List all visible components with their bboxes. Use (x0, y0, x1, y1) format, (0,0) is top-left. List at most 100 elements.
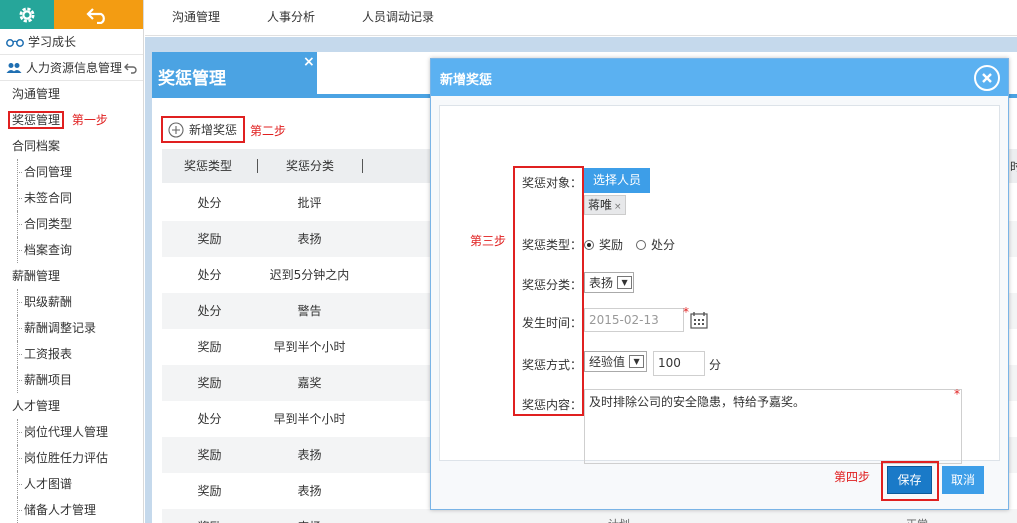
dialog-close-button[interactable] (974, 65, 1000, 91)
sidebar-module-hr[interactable]: 人力资源信息管理 (0, 55, 143, 81)
sidebar-item-label: 薪酬调整记录 (24, 321, 97, 335)
sidebar-item-label: 工资报表 (24, 347, 73, 361)
sidebar-item-payroll[interactable]: 工资报表 (0, 341, 143, 367)
settings-button[interactable] (0, 0, 54, 29)
label-type: 奖惩类型： (522, 238, 583, 252)
cut-off-cell: 正常 (906, 516, 928, 523)
points-input[interactable]: 100 (653, 351, 705, 376)
sidebar-item-label: 储备人才管理 (24, 503, 97, 517)
top-tab-bar: 沟通管理 人事分析 人员调动记录 (145, 0, 1017, 36)
cell-category: 表扬 (257, 509, 362, 523)
plus-circle-icon (168, 121, 184, 138)
sidebar-item-contracts[interactable]: 合同档案 (0, 133, 143, 159)
sidebar-item-agent-mgmt[interactable]: 岗位代理人管理 (0, 419, 143, 445)
dialog-header: 新增奖惩 (431, 59, 1008, 96)
radio-punish[interactable]: 处分 (636, 236, 675, 253)
panel-close-button[interactable]: × (303, 54, 315, 70)
radio-reward[interactable]: 奖励 (584, 236, 623, 253)
sidebar-item-contract-types[interactable]: 合同类型 (0, 211, 143, 237)
sidebar-item-label: 未签合同 (24, 191, 73, 205)
cell-category: 表扬 (297, 232, 322, 246)
tab-transfer-records[interactable]: 人员调动记录 (342, 0, 454, 36)
method-select-value: 经验值 (589, 355, 626, 369)
content-textarea[interactable]: 及时排除公司的安全隐患，特给予嘉奖。 (584, 389, 962, 464)
sidebar-item-archive-query[interactable]: 档案查询 (0, 237, 143, 263)
label-time: 发生时间： (522, 316, 583, 330)
close-icon (982, 73, 992, 83)
sidebar-item-reserve[interactable]: 储备人才管理 (0, 497, 143, 523)
sidebar-module-learning[interactable]: 学习成长 (0, 29, 143, 55)
back-button[interactable] (53, 0, 143, 29)
collapse-arrow-icon[interactable] (124, 62, 138, 74)
sidebar-item-unsigned[interactable]: 未签合同 (0, 185, 143, 211)
step4-annotation: 第四步 (834, 470, 871, 484)
dropdown-arrow-icon: ▼ (617, 276, 633, 289)
category-select-value: 表扬 (589, 276, 614, 290)
dropdown-arrow-icon: ▼ (629, 355, 645, 368)
radio-label: 奖励 (599, 238, 624, 252)
person-tag-label: 蒋唯 (588, 198, 613, 212)
category-select[interactable]: 表扬 ▼ (584, 272, 634, 293)
add-reward-dialog: 新增奖惩 第三步 奖惩对象： 奖惩类型： 奖惩分类： 发生时间： 奖惩方式： 奖… (430, 58, 1009, 510)
sidebar-item-rank-salary[interactable]: 职级薪酬 (0, 289, 143, 315)
table-row[interactable]: 奖励表扬 (162, 509, 1017, 523)
sidebar-item-label: 人才管理 (12, 399, 61, 413)
cell-category: 表扬 (297, 448, 322, 462)
users-icon (6, 62, 22, 73)
sidebar: 学习成长 人力资源信息管理 沟通管理 奖惩管理 第一步 合同档案 合同管理 未签… (0, 0, 144, 523)
calendar-icon[interactable] (690, 311, 708, 329)
sidebar-toolbar (0, 0, 143, 29)
tab-communication[interactable]: 沟通管理 (152, 0, 240, 36)
column-header-category[interactable]: 奖惩分类 (286, 149, 334, 183)
step3-annotation: 第三步 (470, 234, 507, 248)
cut-off-column-header: 时 (1010, 160, 1017, 174)
sidebar-item-competency[interactable]: 岗位胜任力评估 (0, 445, 143, 471)
gear-icon (19, 7, 35, 22)
sidebar-item-salary-items[interactable]: 薪酬项目 (0, 367, 143, 393)
cell-type: 奖励 (197, 340, 222, 354)
cell-category: 迟到5分钟之内 (269, 268, 350, 282)
select-person-button[interactable]: 选择人员 (584, 168, 650, 193)
remove-tag-icon[interactable]: × (614, 202, 622, 212)
undo-arrow-icon (86, 7, 106, 24)
sidebar-item-talent[interactable]: 人才管理 (0, 393, 143, 419)
sidebar-item-label: 岗位胜任力评估 (24, 451, 109, 465)
sidebar-item-communication[interactable]: 沟通管理 (0, 81, 143, 107)
tab-hr-analysis[interactable]: 人事分析 (247, 0, 335, 36)
label-target: 奖惩对象： (522, 176, 583, 190)
cell-category: 早到半个小时 (273, 340, 346, 354)
sidebar-item-salary-adjust[interactable]: 薪酬调整记录 (0, 315, 143, 341)
sidebar-module-label: 人力资源信息管理 (26, 61, 123, 75)
sidebar-item-label: 奖惩管理 (8, 111, 65, 129)
cell-category: 嘉奖 (297, 376, 322, 390)
save-button[interactable]: 保存 (887, 466, 932, 494)
add-reward-label: 新增奖惩 (189, 123, 238, 137)
column-header-type[interactable]: 奖惩类型 (184, 149, 232, 183)
cell-type: 处分 (197, 268, 222, 282)
sidebar-item-talent-map[interactable]: 人才图谱 (0, 471, 143, 497)
sidebar-item-contract-mgmt[interactable]: 合同管理 (0, 159, 143, 185)
sidebar-item-label: 薪酬管理 (12, 269, 61, 283)
step2-annotation: 第二步 (250, 124, 287, 138)
radio-label: 处分 (651, 238, 676, 252)
cell-type: 奖励 (197, 448, 222, 462)
sidebar-item-label: 人才图谱 (24, 477, 73, 491)
dialog-title: 新增奖惩 (440, 73, 493, 88)
cell-type: 奖励 (197, 232, 222, 246)
add-reward-button[interactable]: 新增奖惩 (161, 116, 245, 143)
date-input[interactable]: 2015-02-13 (584, 308, 684, 332)
points-unit: 分 (709, 358, 722, 372)
cell-type: 处分 (197, 196, 222, 210)
sidebar-item-label: 合同管理 (24, 165, 73, 179)
cell-type: 处分 (197, 412, 222, 426)
label-method: 奖惩方式： (522, 358, 583, 372)
radio-unchecked-icon (636, 239, 646, 250)
cancel-button[interactable]: 取消 (942, 466, 984, 494)
sidebar-item-label: 薪酬项目 (24, 373, 73, 387)
cell-type: 奖励 (197, 484, 222, 498)
sidebar-item-rewards[interactable]: 奖惩管理 第一步 (0, 107, 143, 133)
sidebar-item-salary[interactable]: 薪酬管理 (0, 263, 143, 289)
sidebar-item-label: 合同档案 (12, 139, 61, 153)
method-select[interactable]: 经验值 ▼ (584, 351, 647, 372)
cut-off-cell: 计划 (608, 516, 630, 523)
